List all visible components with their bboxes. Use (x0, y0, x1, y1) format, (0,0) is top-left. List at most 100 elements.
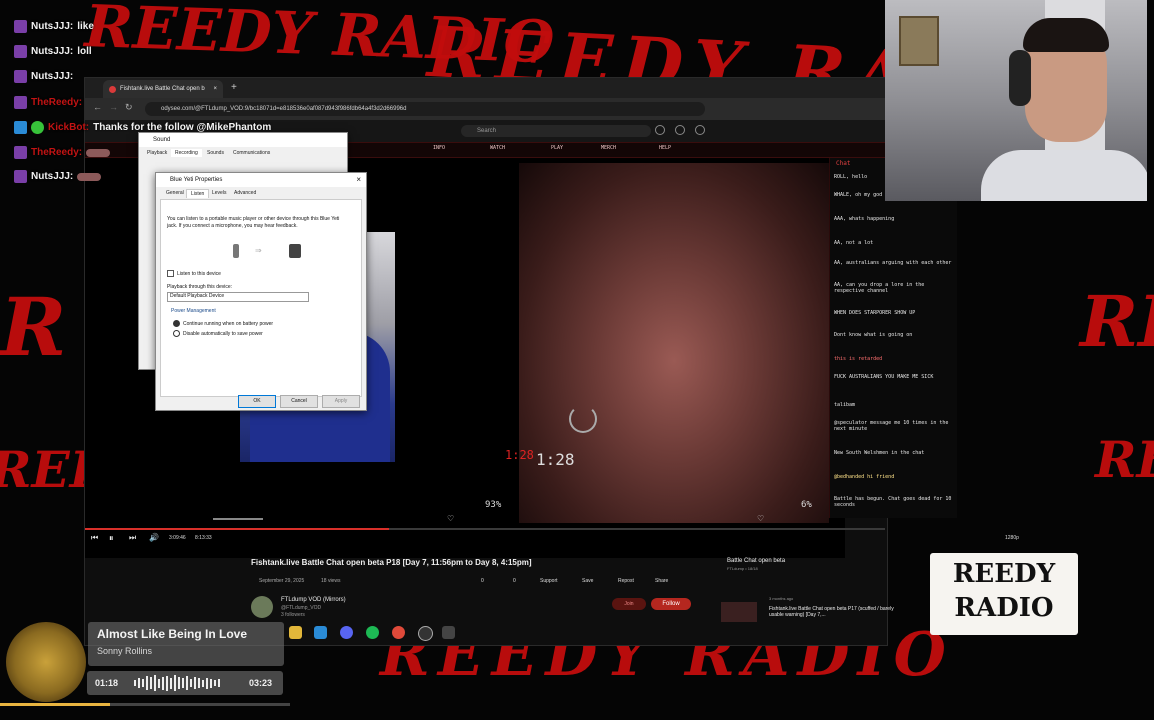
quality-label[interactable]: 1280p (1005, 535, 1019, 541)
file-explorer-icon[interactable] (289, 626, 302, 639)
waveform-bar (174, 675, 176, 691)
chat-msg: loll (77, 46, 92, 57)
channel-name[interactable]: FTLdump VOD (Mirrors) (281, 597, 346, 603)
waveform-bar (138, 678, 140, 688)
radio-icon[interactable] (173, 330, 180, 337)
tab-recording[interactable]: Recording (171, 149, 202, 157)
channel-avatar[interactable] (251, 596, 273, 618)
app-icon[interactable] (442, 626, 455, 639)
playback-select[interactable]: Default Playback Device (167, 292, 309, 302)
waveform-bar (182, 678, 184, 688)
chat-user: NutsJJJ: (31, 71, 74, 82)
volume-icon[interactable]: 🔊 (149, 533, 159, 542)
search-input[interactable]: Search (461, 125, 651, 137)
chat-badge-icon (14, 70, 27, 83)
notifications-icon[interactable] (695, 125, 705, 135)
waveform-bar (202, 679, 204, 687)
arrow-icon: ⇒ (255, 246, 262, 255)
chat-msg: New South Welshmen in the chat (834, 450, 925, 456)
cancel-button[interactable]: Cancel (280, 395, 318, 408)
back-icon[interactable]: ← (93, 102, 102, 112)
favicon-icon (109, 85, 116, 93)
related-title[interactable]: Fishtank.live Battle Chat open beta P17 … (769, 606, 909, 618)
listen-checkbox[interactable]: Listen to this device (167, 270, 221, 278)
waveform-bar (186, 676, 188, 690)
bg-scrawl-right: REEDY RADIO (1080, 280, 1154, 363)
join-button[interactable]: Join (612, 598, 646, 610)
dislike-count[interactable]: 0 (513, 578, 516, 584)
discord-icon[interactable] (340, 626, 353, 639)
save-button[interactable]: Save (582, 578, 593, 584)
chat-msg: Thanks for the follow @MikePhantom (93, 122, 272, 133)
close-icon[interactable]: × (356, 175, 361, 184)
overlay-chat-line: NutsJJJ: loll (14, 45, 92, 58)
pause-icon[interactable]: ⏸ (109, 533, 114, 544)
tab-playback[interactable]: Playback (143, 149, 171, 157)
related-thumb[interactable] (721, 602, 757, 622)
overlay-chat-line: NutsJJJ: like (14, 20, 94, 33)
vscode-icon[interactable] (314, 626, 327, 639)
follow-button[interactable]: Follow (651, 598, 691, 610)
obs-icon[interactable] (418, 626, 433, 641)
listen-checkbox-label: Listen to this device (177, 270, 221, 277)
heart-icon[interactable]: ♡ (447, 514, 454, 523)
chat-msg: AA, australians arguing with each other (834, 260, 952, 266)
tab-sounds[interactable]: Sounds (203, 149, 228, 157)
volume-slider[interactable] (213, 518, 263, 520)
nav-merch[interactable]: MERCH (601, 145, 616, 151)
song-progress-track (0, 703, 290, 706)
tab-advanced[interactable]: Advanced (230, 189, 260, 197)
tab-general[interactable]: General (162, 189, 188, 197)
loading-spinner-icon (569, 405, 597, 433)
waveform-bar (190, 679, 192, 687)
address-bar-row: ← → ↻ odysee.com/@FTLdump_VOD:9/bc18071d… (85, 98, 887, 120)
tab-listen[interactable]: Listen (186, 189, 210, 198)
chat-msg: @bedhanded hi friend (834, 474, 895, 480)
time-total: 8:13:33 (195, 535, 212, 541)
address-bar[interactable]: odysee.com/@FTLdump_VOD:9/bc18071d=e8185… (145, 102, 705, 116)
chat-msg: AA, not a lot (834, 240, 874, 246)
duration-time: 03:23 (249, 678, 273, 688)
playlist-title[interactable]: Battle Chat open beta (727, 558, 785, 564)
radio-selected-icon[interactable] (173, 320, 180, 327)
support-button[interactable]: Support (540, 578, 558, 584)
repost-button[interactable]: Repost (618, 578, 634, 584)
upload-icon[interactable] (655, 125, 665, 135)
radio-disable[interactable]: Disable automatically to save power (173, 330, 263, 338)
waveform-bar (158, 678, 160, 688)
radio-continue[interactable]: Continue running when on battery power (173, 320, 273, 328)
like-count[interactable]: 0 (481, 578, 484, 584)
nav-play[interactable]: PLAY (551, 145, 563, 151)
waveform-bar (218, 679, 220, 687)
reedy-radio-logo: REEDY RADIO (930, 553, 1078, 635)
ok-button[interactable]: OK (238, 395, 276, 408)
checkbox-icon[interactable] (167, 270, 174, 277)
prev-icon[interactable]: ⏮ (91, 533, 98, 543)
chat-msg: AAA, whats happening (834, 216, 895, 222)
reload-icon[interactable]: ↻ (125, 102, 133, 113)
tab-levels[interactable]: Levels (208, 189, 230, 197)
settings-icon[interactable] (675, 125, 685, 135)
nav-info[interactable]: INFO (433, 145, 445, 151)
spotify-icon[interactable] (366, 626, 379, 639)
close-tab-icon[interactable]: × (213, 86, 217, 92)
share-button[interactable]: Share (655, 578, 668, 584)
browser-tab[interactable]: Fishtank.live Battle Chat open b × (103, 80, 223, 98)
chat-user: TheReedy: (31, 147, 83, 158)
nav-watch[interactable]: WATCH (490, 145, 505, 151)
tab-title: Fishtank.live Battle Chat open b (120, 86, 205, 92)
next-icon[interactable]: ⏭ (129, 533, 136, 543)
forward-icon[interactable]: → (109, 102, 118, 112)
new-tab-icon[interactable]: + (231, 82, 237, 93)
tab-communications[interactable]: Communications (229, 149, 274, 157)
progress-track[interactable] (85, 528, 885, 530)
nav-help[interactable]: HELP (659, 145, 671, 151)
chrome-icon[interactable] (392, 626, 405, 639)
apply-button[interactable]: Apply (322, 395, 360, 408)
chat-badge-icon (14, 146, 27, 159)
waveform-bar (206, 677, 208, 689)
heart-icon-right[interactable]: ♡ (757, 514, 764, 523)
time-current: 3:09:46 (169, 535, 186, 541)
emote-icon (77, 172, 102, 181)
speaker-icon (289, 244, 301, 258)
